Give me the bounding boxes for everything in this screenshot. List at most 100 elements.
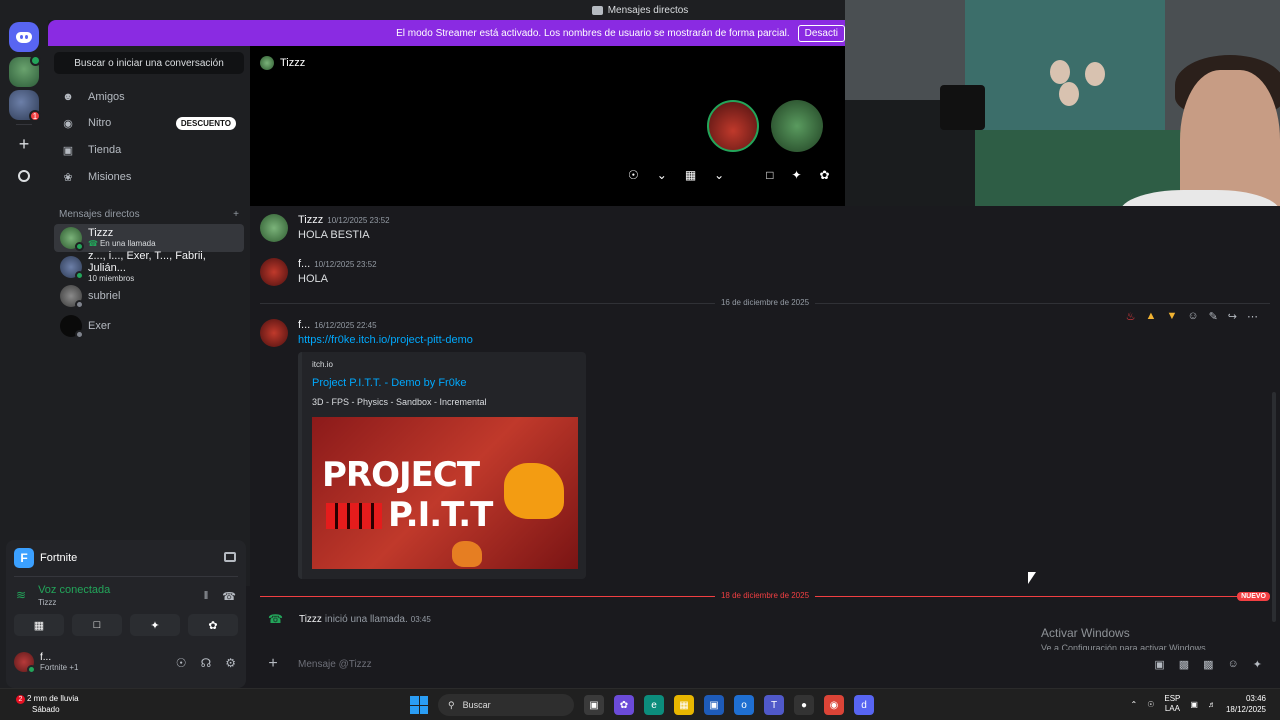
call-event-author[interactable]: Tizzz <box>299 614 322 625</box>
call-event-time: 03:45 <box>410 614 431 624</box>
emoji-icon[interactable]: ☺ <box>1228 658 1239 671</box>
explore-button[interactable] <box>9 161 39 191</box>
chrome-icon[interactable]: ◉ <box>824 695 844 715</box>
headphones-icon[interactable]: ☊ <box>201 656 212 670</box>
network-icon[interactable]: ▣ <box>1190 700 1198 709</box>
call-participant-avatar[interactable] <box>707 100 759 152</box>
settings-gear-icon[interactable]: ⚙ <box>225 656 236 670</box>
message: f... 10/12/2025 23:52 HOLA <box>260 258 377 286</box>
call-controls: ☉ ⌄ ▦ ⌄ □ ✦ ✿ ⋯ <box>628 168 860 182</box>
voice-status[interactable]: Voz conectada <box>38 584 110 596</box>
scrollbar[interactable] <box>1272 392 1276 622</box>
microphone-icon[interactable]: ☉ <box>1147 700 1154 709</box>
more-options-icon[interactable]: ⋯ <box>1247 310 1258 323</box>
banner-text: El modo Streamer está activado. Los nomb… <box>396 27 790 39</box>
clock[interactable]: 03:46 18/12/2025 <box>1226 693 1266 715</box>
message-author[interactable]: f... <box>298 319 310 331</box>
activities-button[interactable]: ✦ <box>130 614 180 636</box>
avatar[interactable] <box>260 214 288 242</box>
chevron-down-icon[interactable]: ⌄ <box>657 168 667 182</box>
nav-friends[interactable]: ☻ Amigos <box>54 85 244 109</box>
fortnite-logo-icon: F <box>14 548 34 568</box>
outlook-icon[interactable]: o <box>734 695 754 715</box>
message-timestamp: 10/12/2025 23:52 <box>327 216 390 225</box>
chevron-up-icon[interactable]: ⌃ <box>1131 700 1138 709</box>
message-input[interactable]: Mensaje @Tizzz <box>298 659 1154 670</box>
plus-icon: + <box>18 133 30 154</box>
message-link[interactable]: https://fr0ke.itch.io/project-pitt-demo <box>298 334 586 346</box>
reply-icon[interactable]: ↪ <box>1228 310 1237 323</box>
thumbs-down-icon[interactable]: ▼ <box>1166 310 1177 323</box>
direct-messages-home-button[interactable] <box>9 22 39 52</box>
volume-icon[interactable]: ♬ <box>1208 700 1216 709</box>
create-dm-plus-icon[interactable]: + <box>233 209 239 220</box>
soundboard-icon[interactable]: ✿ <box>820 168 830 182</box>
teams-icon[interactable]: T <box>764 695 784 715</box>
dm-item-group[interactable]: z..., i..., Exer, T..., Fabrii, Julián..… <box>54 250 244 283</box>
online-status-icon <box>75 242 84 251</box>
github-icon[interactable]: ● <box>794 695 814 715</box>
find-conversation-button[interactable]: Buscar o iniciar una conversación <box>54 52 244 74</box>
language-indicator[interactable]: ESP LAA <box>1164 694 1180 714</box>
copilot-icon[interactable]: ✿ <box>614 695 634 715</box>
discord-logo-icon <box>16 31 32 43</box>
task-view-icon[interactable]: ▣ <box>584 695 604 715</box>
weather-widget[interactable]: 22 mm de lluvia Sábado <box>16 693 79 715</box>
server-avatar[interactable]: 1 <box>9 90 41 122</box>
message-author[interactable]: Tizzz <box>298 214 323 226</box>
sticker-icon[interactable]: ▩ <box>1203 658 1213 671</box>
start-button[interactable] <box>410 696 428 714</box>
voice-connection: ≋ Voz conectada Tizzz <box>16 584 110 607</box>
store-icon[interactable]: ▣ <box>704 695 724 715</box>
disconnect-icon[interactable]: ☎ <box>222 590 236 603</box>
gif-icon[interactable]: ▩ <box>1179 658 1189 671</box>
edge-icon[interactable]: e <box>644 695 664 715</box>
camera-off-button[interactable]: ▦ <box>14 614 64 636</box>
avatar[interactable] <box>260 258 288 286</box>
reaction-100-icon[interactable]: ♨ <box>1126 310 1136 323</box>
avatar <box>260 56 274 70</box>
image-text: P.I.T.T <box>388 495 493 535</box>
nav-nitro[interactable]: ◉ Nitro DESCUENTO <box>54 111 244 135</box>
disable-streamer-button[interactable]: Desacti <box>797 24 845 42</box>
nav-quests[interactable]: ❀ Misiones <box>54 165 244 189</box>
activities-icon[interactable]: ✦ <box>791 168 801 182</box>
dm-item-subriel[interactable]: subriel <box>54 282 244 310</box>
embed-title[interactable]: Project P.I.T.T. - Demo by Fr0ke <box>312 377 576 389</box>
signal-icon: ≋ <box>16 588 27 602</box>
chevron-down-icon[interactable]: ⌄ <box>714 168 724 182</box>
composer-tools: ▣ ▩ ▩ ☺ ✦ <box>1154 658 1262 671</box>
add-server-button[interactable]: + <box>9 129 39 159</box>
system-tray: ⌃ ☉ ESP LAA ▣ ♬ 03:46 18/12/2025 <box>1131 693 1267 715</box>
soundboard-button[interactable]: ✿ <box>188 614 238 636</box>
camera-off-icon[interactable]: ▦ <box>685 168 696 182</box>
nav-shop[interactable]: ▣ Tienda <box>54 138 244 162</box>
discord-taskbar-icon[interactable]: d <box>854 695 874 715</box>
screen-share-button[interactable]: □ <box>72 614 122 636</box>
server-avatar[interactable] <box>9 55 41 87</box>
microphone-icon[interactable]: ☉ <box>628 168 639 182</box>
game-stream-icon[interactable] <box>224 552 236 562</box>
nav-label: Tienda <box>88 144 122 156</box>
apps-icon[interactable]: ✦ <box>1253 658 1262 671</box>
avatar[interactable] <box>260 319 288 347</box>
screen-share-icon[interactable]: □ <box>766 168 773 182</box>
dm-section-header: Mensajes directos + <box>59 209 239 220</box>
gift-icon[interactable]: ▣ <box>1154 658 1164 671</box>
microphone-icon[interactable]: ☉ <box>176 656 187 670</box>
dm-item-tizzz[interactable]: Tizzz ☎ En una llamada <box>54 224 244 252</box>
voice-controls: ‖ ☎ <box>204 590 236 603</box>
thumbs-up-icon[interactable]: ▲ <box>1146 310 1157 323</box>
edit-icon[interactable]: ✎ <box>1209 310 1218 323</box>
upload-plus-icon[interactable]: + <box>258 655 288 673</box>
message-author[interactable]: f... <box>298 258 310 270</box>
add-reaction-icon[interactable]: ☺ <box>1187 310 1198 323</box>
dm-item-exer[interactable]: Exer <box>54 312 244 340</box>
online-status-icon <box>27 665 36 674</box>
call-participant-avatar[interactable] <box>771 100 823 152</box>
noise-suppression-icon[interactable]: ‖ <box>204 590 209 603</box>
taskbar-search[interactable]: ⚲ Buscar <box>438 694 574 716</box>
file-explorer-icon[interactable]: ▦ <box>674 695 694 715</box>
embed-image[interactable]: PROJECT P.I.T.T <box>312 417 578 569</box>
user-panel[interactable]: f... Fortnite +1 <box>14 652 78 674</box>
